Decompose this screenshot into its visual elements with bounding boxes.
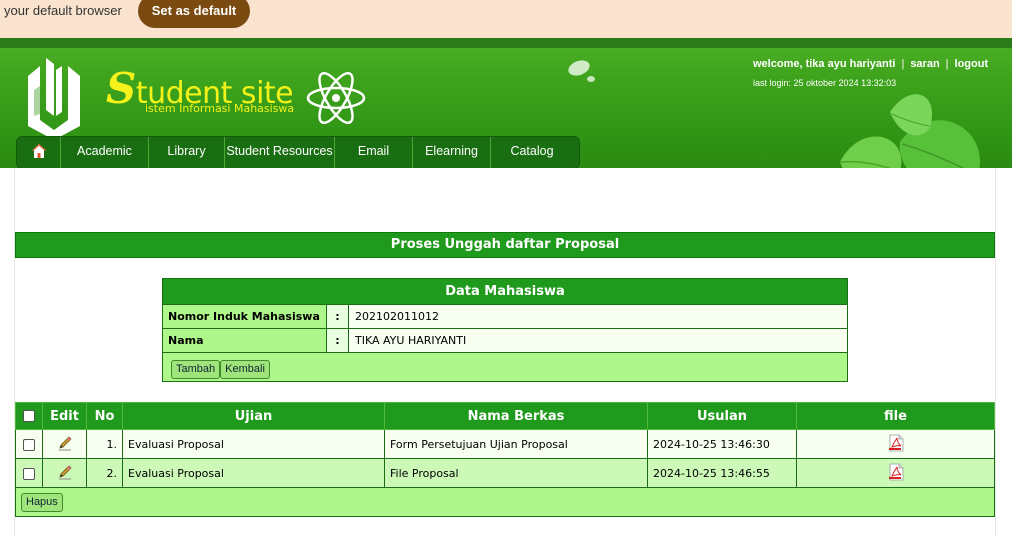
nav-student-resources[interactable]: Student Resources — [225, 137, 335, 168]
table-actions-cell: Hapus — [15, 487, 995, 517]
pencil-icon[interactable] — [57, 435, 73, 451]
pencil-icon[interactable] — [57, 464, 73, 480]
kembali-button[interactable]: Kembali — [220, 360, 270, 379]
nama-berkas-header: Nama Berkas — [384, 402, 648, 430]
row-number: 2. — [86, 458, 123, 488]
nav-elearning[interactable]: Elearning — [413, 137, 491, 168]
home-icon — [32, 144, 46, 158]
row-select-cell — [15, 458, 43, 488]
pdf-icon[interactable] — [888, 434, 904, 452]
table-row: 2. Evaluasi Proposal File Proposal 2024-… — [15, 458, 995, 488]
site-logo[interactable]: Student site istem Informasi Mahasiswa — [14, 50, 434, 140]
row-nama-berkas: File Proposal — [384, 458, 648, 488]
nim-value: 202102011012 — [349, 305, 847, 328]
row-checkbox[interactable] — [23, 467, 35, 480]
saran-link[interactable]: saran — [910, 58, 939, 70]
no-header: No — [86, 402, 123, 430]
nav-catalog[interactable]: Catalog — [491, 137, 573, 168]
logout-link[interactable]: logout — [955, 58, 989, 70]
separator: | — [901, 58, 905, 70]
hapus-button[interactable]: Hapus — [21, 492, 63, 512]
edit-cell — [42, 429, 87, 459]
student-data-heading: Data Mahasiswa — [163, 279, 847, 305]
header-top-strip — [0, 38, 1012, 48]
edit-cell — [42, 458, 87, 488]
table-row: 1. Evaluasi Proposal Form Persetujuan Uj… — [15, 429, 995, 459]
student-actions: Tambah Kembali — [163, 353, 847, 381]
nav-home[interactable] — [17, 137, 61, 168]
select-all-header — [15, 402, 43, 430]
row-usulan: 2024-10-25 13:46:55 — [647, 458, 797, 488]
default-browser-notice: your default browser Set as default — [0, 0, 1012, 38]
nama-label: Nama — [163, 329, 327, 352]
row-nama-berkas: Form Persetujuan Ujian Proposal — [384, 429, 648, 459]
pdf-icon[interactable] — [888, 463, 904, 481]
site-subtitle: istem Informasi Mahasiswa — [145, 102, 295, 115]
nama-row: Nama : TIKA AYU HARIYANTI — [163, 329, 847, 353]
logo-mark-icon — [28, 58, 80, 140]
site-title-initial: S — [106, 64, 136, 113]
set-default-button[interactable]: Set as default — [138, 0, 250, 28]
tambah-button[interactable]: Tambah — [171, 360, 221, 379]
row-usulan: 2024-10-25 13:46:30 — [647, 429, 797, 459]
ujian-header: Ujian — [122, 402, 385, 430]
file-cell — [796, 458, 995, 488]
edit-header: Edit — [42, 402, 87, 430]
nim-label: Nomor Induk Mahasiswa — [163, 305, 327, 328]
nav-library[interactable]: Library — [149, 137, 225, 168]
row-ujian: Evaluasi Proposal — [122, 429, 385, 459]
nav-academic[interactable]: Academic — [61, 137, 149, 168]
nav-email[interactable]: Email — [335, 137, 413, 168]
colon: : — [327, 305, 349, 328]
file-cell — [796, 429, 995, 459]
row-ujian: Evaluasi Proposal — [122, 458, 385, 488]
row-select-cell — [15, 429, 43, 459]
page-title: Proses Unggah daftar Proposal — [15, 232, 995, 258]
select-all-checkbox[interactable] — [23, 410, 35, 422]
notice-text: your default browser — [4, 3, 122, 18]
table-header-row: Edit No Ujian Nama Berkas Usulan file — [15, 402, 995, 430]
row-number: 1. — [86, 429, 123, 459]
usulan-header: Usulan — [647, 402, 797, 430]
separator: | — [945, 58, 949, 70]
nim-row: Nomor Induk Mahasiswa : 202102011012 — [163, 305, 847, 329]
welcome-text: welcome, tika ayu hariyanti — [753, 58, 896, 70]
file-header: file — [796, 402, 995, 430]
colon: : — [327, 329, 349, 352]
nama-value: TIKA AYU HARIYANTI — [349, 329, 847, 352]
student-data-panel: Data Mahasiswa Nomor Induk Mahasiswa : 2… — [162, 278, 848, 382]
atom-logo-icon — [306, 71, 366, 125]
main-nav: Academic Library Student Resources Email… — [16, 136, 580, 169]
water-drop-icon — [568, 60, 595, 82]
row-checkbox[interactable] — [23, 438, 35, 451]
table-actions-row: Hapus — [15, 487, 995, 517]
proposal-table: Edit No Ujian Nama Berkas Usulan file 1.… — [15, 402, 995, 517]
